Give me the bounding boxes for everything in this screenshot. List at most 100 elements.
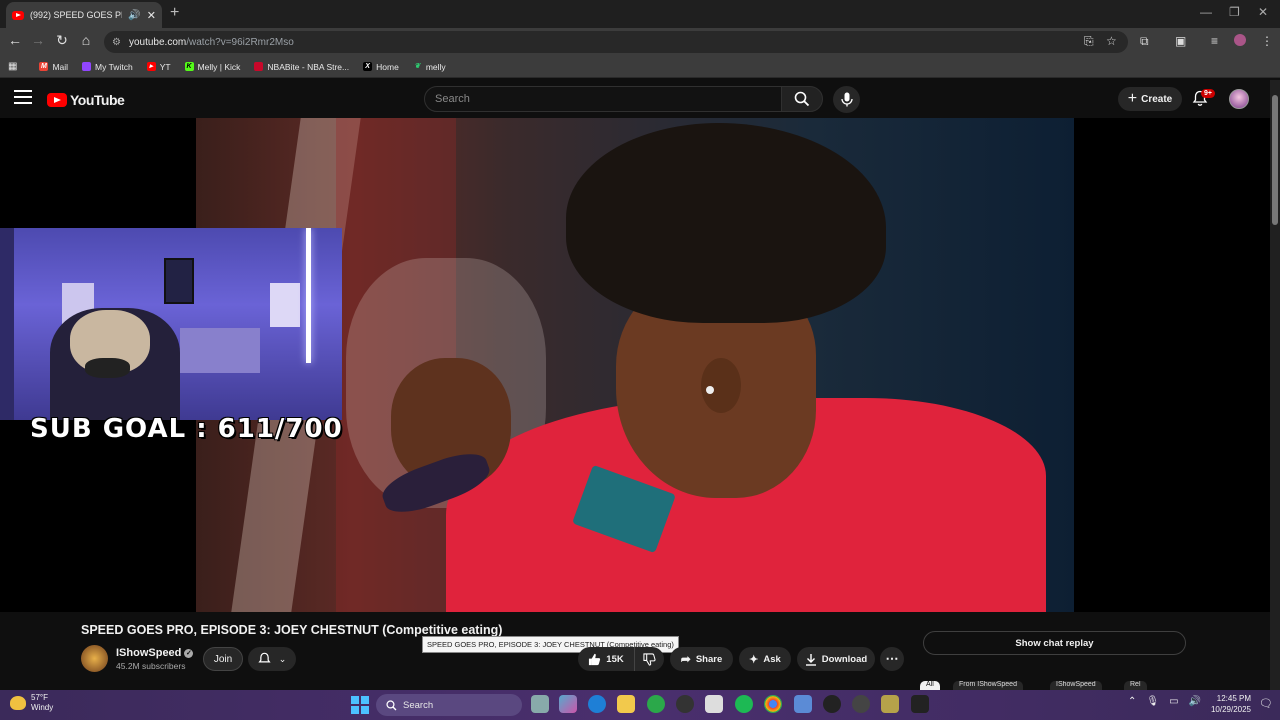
- spotify-icon[interactable]: [735, 695, 753, 713]
- thumbs-down-icon: [643, 652, 656, 666]
- home-icon[interactable]: ⌂: [76, 32, 96, 48]
- chevron-up-icon[interactable]: ⌃: [1128, 696, 1136, 707]
- gmail-icon: M: [39, 62, 49, 71]
- address-bar[interactable]: ⚙ youtube.com/watch?v=96i2Rmr2Mso: [104, 31, 1128, 53]
- youtube-favicon-icon: [12, 10, 24, 20]
- share-button[interactable]: ➦ Share: [670, 647, 733, 671]
- wall-poster: [164, 258, 194, 304]
- leaf-icon: ❦: [414, 63, 421, 70]
- ear: [701, 358, 741, 413]
- search-button[interactable]: [781, 86, 823, 112]
- more-horizontal-icon: ⋯: [885, 651, 899, 666]
- obs-icon[interactable]: [911, 695, 929, 713]
- show-chat-replay-button[interactable]: Show chat replay: [923, 631, 1186, 655]
- store-icon[interactable]: [705, 695, 723, 713]
- subscriber-count: 45.2M subscribers: [116, 661, 186, 671]
- task-view-icon[interactable]: [531, 695, 549, 713]
- split-view-icon[interactable]: ▣: [1175, 34, 1186, 48]
- bookmark-star-icon[interactable]: ☆: [1106, 34, 1117, 48]
- ask-button[interactable]: ✦ Ask: [739, 647, 791, 671]
- new-tab-button[interactable]: +: [170, 4, 179, 22]
- forward-icon[interactable]: →: [28, 32, 48, 48]
- youtube-logo[interactable]: YouTube: [47, 92, 125, 108]
- file-explorer-icon[interactable]: [617, 695, 635, 713]
- copilot-icon[interactable]: [559, 695, 577, 713]
- channel-avatar[interactable]: [81, 645, 108, 672]
- browser-menu-icon[interactable]: ⋮: [1261, 34, 1273, 48]
- steam-icon[interactable]: [676, 695, 694, 713]
- close-window-icon[interactable]: ✕: [1258, 5, 1268, 19]
- photos-icon[interactable]: [794, 695, 812, 713]
- windows-taskbar: [0, 690, 1280, 720]
- microphone-icon: [840, 92, 853, 107]
- logo-text: YouTube: [70, 92, 125, 108]
- create-label: Create: [1141, 93, 1173, 105]
- clock-date: 10/29/2025: [1210, 705, 1251, 714]
- xbox-icon[interactable]: [647, 695, 665, 713]
- chrome-icon[interactable]: [764, 695, 782, 713]
- taskbar-search-label: Search: [403, 699, 434, 711]
- like-button[interactable]: 15K: [578, 647, 634, 671]
- back-icon[interactable]: ←: [5, 32, 25, 48]
- create-button[interactable]: + Create: [1118, 87, 1182, 111]
- hamburger-menu-icon[interactable]: [14, 90, 32, 104]
- media-control-icon[interactable]: ≡: [1211, 34, 1218, 48]
- plus-icon: +: [1127, 90, 1138, 107]
- webcam-overlay: [0, 228, 342, 420]
- speaker-icon[interactable]: 🔊: [128, 10, 140, 21]
- chevron-down-icon: ⌄: [278, 653, 287, 664]
- reload-icon[interactable]: ↻: [52, 32, 72, 49]
- bookmark-melly[interactable]: ❦ melly: [413, 62, 445, 72]
- search-icon: [794, 91, 810, 107]
- share-arrow-icon: ➦: [680, 652, 691, 666]
- app-icon[interactable]: [852, 695, 870, 713]
- voice-search-button[interactable]: [833, 86, 860, 113]
- search-input[interactable]: Search: [424, 86, 782, 112]
- youtube-icon: ▸: [146, 62, 156, 71]
- media-player-icon[interactable]: [823, 695, 841, 713]
- bookmark-kick[interactable]: K Melly | Kick: [184, 62, 240, 72]
- volume-icon[interactable]: 🔊: [1189, 696, 1201, 707]
- subscription-bell-button[interactable]: ⌄: [248, 647, 296, 671]
- hair: [566, 123, 886, 323]
- apps-grid-icon[interactable]: ▦: [8, 61, 17, 72]
- search-placeholder: Search: [435, 93, 470, 105]
- close-tab-icon[interactable]: ✕: [147, 9, 156, 22]
- like-count: 15K: [606, 653, 624, 665]
- bookmark-yt[interactable]: ▸ YT: [146, 62, 171, 72]
- bookmarks-bar: ▦ M Mail My Twitch ▸ YT K Melly | Kick NBAB…: [0, 56, 1280, 78]
- browser-tab[interactable]: (992) SPEED GOES PRO, EP 🔊 ✕: [6, 2, 162, 28]
- join-button[interactable]: Join: [203, 647, 243, 671]
- channel-name[interactable]: IShowSpeed ✓: [116, 647, 194, 659]
- tab-title: (992) SPEED GOES PRO, EP: [30, 10, 122, 20]
- site-info-icon[interactable]: ⚙: [112, 37, 121, 48]
- weather-widget[interactable]: 57°F Windy: [10, 693, 53, 713]
- bell-icon: [258, 652, 271, 663]
- edge-icon[interactable]: [588, 695, 606, 713]
- scrollbar-thumb[interactable]: [1272, 95, 1278, 225]
- video-player[interactable]: SUB GOAL : 611/700: [0, 118, 1270, 612]
- download-button[interactable]: Download: [797, 647, 875, 671]
- account-avatar[interactable]: [1229, 89, 1249, 109]
- dislike-button[interactable]: [634, 647, 664, 671]
- bookmark-my-twitch[interactable]: My Twitch: [82, 62, 133, 72]
- url-host: youtube.com: [128, 36, 187, 48]
- led-strip: [306, 228, 311, 363]
- restore-icon[interactable]: ❐: [1229, 5, 1240, 19]
- microphone-icon[interactable]: 🎙: [1146, 696, 1159, 707]
- bookmark-nbabite[interactable]: NBABite - NBA Stre...: [254, 62, 349, 72]
- clock[interactable]: 12:45 PM 10/29/2025: [1207, 693, 1251, 715]
- minimize-icon[interactable]: —: [1200, 5, 1212, 19]
- start-button[interactable]: [351, 696, 369, 714]
- sparkle-icon: ✦: [749, 653, 759, 666]
- taskbar-search[interactable]: Search: [376, 694, 522, 716]
- app-icon[interactable]: [881, 695, 899, 713]
- bookmark-mail[interactable]: M Mail: [39, 62, 68, 72]
- more-actions-button[interactable]: ⋯: [880, 647, 904, 671]
- bookmark-home[interactable]: X Home: [363, 62, 399, 72]
- profile-avatar[interactable]: [1234, 34, 1246, 46]
- network-icon[interactable]: ▭: [1169, 696, 1178, 707]
- install-app-icon[interactable]: ⎘: [1084, 34, 1094, 49]
- notification-center-icon[interactable]: 🗨: [1259, 697, 1273, 710]
- extensions-icon[interactable]: ⧉: [1140, 34, 1149, 49]
